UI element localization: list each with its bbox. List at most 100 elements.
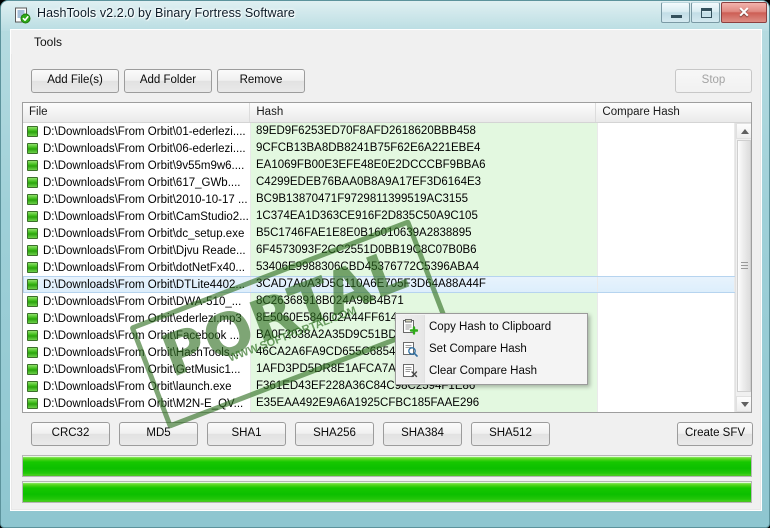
file-status-ok-icon bbox=[27, 177, 38, 188]
cell-compare-hash bbox=[598, 225, 735, 242]
file-status-ok-icon bbox=[27, 228, 38, 239]
table-row[interactable]: D:\Downloads\From Orbit\DTLite4402... 3CA… bbox=[23, 276, 736, 293]
table-row[interactable]: D:\Downloads\From Orbit\01-ederlezi.... 8… bbox=[23, 123, 736, 140]
minimize-button[interactable] bbox=[661, 2, 690, 23]
table-row[interactable]: D:\Downloads\From Orbit\2010-10-17 ... BC… bbox=[23, 191, 736, 208]
file-path-text: D:\Downloads\From Orbit\dotNetFx40... bbox=[43, 261, 245, 274]
md5-button[interactable]: MD5 bbox=[119, 422, 198, 446]
context-menu-item-copy-hash[interactable]: Copy Hash to Clipboard bbox=[396, 316, 587, 338]
file-path-text: D:\Downloads\From Orbit\Djvu Reade... bbox=[43, 244, 246, 257]
cell-file: D:\Downloads\From Orbit\dc_setup.exe bbox=[23, 225, 251, 242]
cell-file: D:\Downloads\From Orbit\ederlezi.mp3 bbox=[23, 310, 251, 327]
cell-file: D:\Downloads\From Orbit\DWA-510_... bbox=[23, 293, 251, 310]
sha512-button[interactable]: SHA512 bbox=[471, 422, 550, 446]
cell-hash: E35EAA492E9A6A1925CFBC185FAAE296 bbox=[251, 395, 598, 412]
cell-compare-hash bbox=[598, 327, 735, 344]
file-path-text: D:\Downloads\From Orbit\2010-10-17 ... bbox=[43, 193, 248, 206]
stop-button[interactable]: Stop bbox=[675, 69, 752, 93]
listview-vertical-scrollbar[interactable] bbox=[735, 123, 751, 412]
cell-hash: 89ED9F6253ED70F8AFD2618620BBB458 bbox=[251, 123, 598, 140]
minimize-icon bbox=[671, 15, 682, 18]
cell-hash: BC9B13870471F9729811399519AC3155 bbox=[251, 191, 598, 208]
sha1-button[interactable]: SHA1 bbox=[207, 422, 286, 446]
file-path-text: D:\Downloads\From Orbit\dc_setup.exe bbox=[43, 227, 245, 240]
cell-file: D:\Downloads\From Orbit\launch.exe bbox=[23, 378, 251, 395]
cell-file: D:\Downloads\From Orbit\01-ederlezi.... bbox=[23, 123, 251, 140]
create-sfv-button[interactable]: Create SFV bbox=[677, 422, 753, 446]
scrollbar-thumb[interactable] bbox=[737, 140, 751, 392]
cell-file: D:\Downloads\From Orbit\M2N-E_QV... bbox=[23, 395, 251, 412]
table-row[interactable]: D:\Downloads\From Orbit\06-ederlezi.... 9… bbox=[23, 140, 736, 157]
cell-file: D:\Downloads\From Orbit\9v55m9w6.... bbox=[23, 157, 251, 174]
table-row[interactable]: D:\Downloads\From Orbit\dc_setup.exe B5C1… bbox=[23, 225, 736, 242]
title-bar[interactable]: HashTools v2.2.0 by Binary Fortress Soft… bbox=[1, 1, 769, 29]
cell-compare-hash bbox=[598, 123, 735, 140]
file-status-ok-icon bbox=[27, 143, 38, 154]
current-file-progress-bar bbox=[22, 481, 752, 503]
cell-file: D:\Downloads\From Orbit\dotNetFx40... bbox=[23, 259, 251, 276]
file-path-text: D:\Downloads\From Orbit\01-ederlezi.... bbox=[43, 125, 246, 138]
table-row[interactable]: D:\Downloads\From Orbit\HashTools... 46CA… bbox=[23, 344, 736, 361]
table-row[interactable]: D:\Downloads\From Orbit\DWA-510_... 8C263… bbox=[23, 293, 736, 310]
hash-context-menu[interactable]: Copy Hash to Clipboard Set Compare Hash bbox=[395, 313, 588, 385]
column-header-hash[interactable]: Hash bbox=[250, 103, 597, 122]
cell-file: D:\Downloads\From Orbit\617_GWb.... bbox=[23, 174, 251, 191]
file-hash-listview[interactable]: File Hash Compare Hash D:\Downloads\From… bbox=[22, 102, 752, 413]
file-status-ok-icon bbox=[27, 381, 38, 392]
file-status-ok-icon bbox=[27, 296, 38, 307]
cell-compare-hash bbox=[598, 361, 735, 378]
client-area: Tools Add File(s) Add Folder Remove Stop… bbox=[10, 29, 762, 511]
table-row[interactable]: D:\Downloads\From Orbit\M2N-E_QV... E35EA… bbox=[23, 395, 736, 412]
application-window: HashTools v2.2.0 by Binary Fortress Soft… bbox=[0, 0, 770, 528]
file-status-ok-icon bbox=[27, 313, 38, 324]
context-menu-item-set-compare-hash[interactable]: Set Compare Hash bbox=[396, 338, 587, 360]
sha384-button[interactable]: SHA384 bbox=[383, 422, 462, 446]
file-path-text: D:\Downloads\From Orbit\9v55m9w6.... bbox=[43, 159, 245, 172]
hashtools-document-check-icon bbox=[14, 7, 31, 24]
file-path-text: D:\Downloads\From Orbit\Facebook ... bbox=[43, 329, 240, 342]
maximize-button[interactable] bbox=[691, 2, 720, 23]
file-status-ok-icon bbox=[27, 194, 38, 205]
file-path-text: D:\Downloads\From Orbit\CamStudio2... bbox=[43, 210, 249, 223]
table-row[interactable]: D:\Downloads\From Orbit\Djvu Reade... 6F4… bbox=[23, 242, 736, 259]
file-path-text: D:\Downloads\From Orbit\launch.exe bbox=[43, 380, 232, 393]
menu-item-tools[interactable]: Tools bbox=[30, 34, 66, 50]
cell-compare-hash bbox=[598, 140, 735, 157]
scroll-down-arrow-icon[interactable] bbox=[736, 396, 751, 412]
window-controls: ✕ bbox=[660, 2, 767, 24]
context-menu-item-clear-compare-hash[interactable]: Clear Compare Hash bbox=[396, 360, 587, 382]
table-row[interactable]: D:\Downloads\From Orbit\Facebook ... BA0F… bbox=[23, 327, 736, 344]
file-path-text: D:\Downloads\From Orbit\M2N-E_QV... bbox=[43, 397, 244, 410]
cell-compare-hash bbox=[598, 242, 735, 259]
file-status-ok-icon bbox=[27, 347, 38, 358]
close-button[interactable]: ✕ bbox=[721, 2, 767, 23]
cell-file: D:\Downloads\From Orbit\CamStudio2... bbox=[23, 208, 251, 225]
cell-hash: C4299EDEB76BAA0B8A9A17EF3D6164E3 bbox=[251, 174, 598, 191]
table-row[interactable]: D:\Downloads\From Orbit\launch.exe F361ED… bbox=[23, 378, 736, 395]
cell-hash: 53406E9988306CBD45376772C5396ABA4 bbox=[251, 259, 598, 276]
sha256-button[interactable]: SHA256 bbox=[295, 422, 374, 446]
crc32-button[interactable]: CRC32 bbox=[31, 422, 110, 446]
remove-button[interactable]: Remove bbox=[217, 69, 305, 93]
cell-compare-hash bbox=[598, 293, 735, 310]
table-row[interactable]: D:\Downloads\From Orbit\CamStudio2... 1C3… bbox=[23, 208, 736, 225]
file-status-ok-icon bbox=[27, 160, 38, 171]
file-status-ok-icon bbox=[27, 211, 38, 222]
table-row[interactable]: D:\Downloads\From Orbit\GetMusic1... 1AFD… bbox=[23, 361, 736, 378]
table-row[interactable]: D:\Downloads\From Orbit\ederlezi.mp3 8E50… bbox=[23, 310, 736, 327]
cell-hash: 3CAD7A0A3D5C110A6E705F3D64A88A44F bbox=[251, 276, 598, 293]
column-header-file[interactable]: File bbox=[23, 103, 251, 122]
add-files-button[interactable]: Add File(s) bbox=[31, 69, 119, 93]
cell-compare-hash bbox=[598, 310, 735, 327]
cell-file: D:\Downloads\From Orbit\GetMusic1... bbox=[23, 361, 251, 378]
context-menu-label: Copy Hash to Clipboard bbox=[429, 321, 552, 333]
table-row[interactable]: D:\Downloads\From Orbit\617_GWb.... C4299… bbox=[23, 174, 736, 191]
table-row[interactable]: D:\Downloads\From Orbit\dotNetFx40... 534… bbox=[23, 259, 736, 276]
cell-hash: EA1069FB00E3EFE48E0E2DCCCBF9BBA6 bbox=[251, 157, 598, 174]
scroll-up-arrow-icon[interactable] bbox=[736, 123, 751, 139]
column-header-compare[interactable]: Compare Hash bbox=[596, 103, 751, 122]
add-folder-button[interactable]: Add Folder bbox=[124, 69, 212, 93]
table-row[interactable]: D:\Downloads\From Orbit\9v55m9w6.... EA10… bbox=[23, 157, 736, 174]
cell-compare-hash bbox=[598, 259, 735, 276]
file-path-text: D:\Downloads\From Orbit\HashTools... bbox=[43, 346, 240, 359]
